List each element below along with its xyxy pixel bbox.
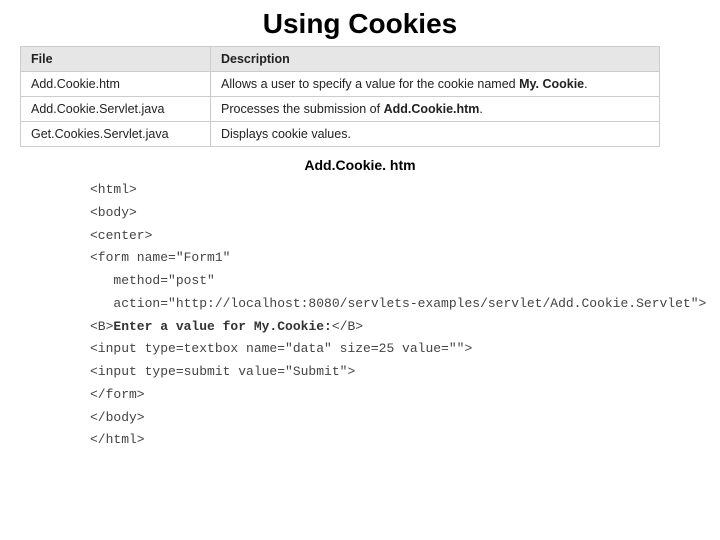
code-caption: Add.Cookie. htm [20,157,700,173]
slide-title: Using Cookies [20,8,700,40]
cell-file: Get.Cookies.Servlet.java [21,122,211,147]
table-row: Add.Cookie.htm Allows a user to specify … [21,72,660,97]
table-row: Get.Cookies.Servlet.java Displays cookie… [21,122,660,147]
cell-desc: Displays cookie values. [211,122,660,147]
cell-file: Add.Cookie.Servlet.java [21,97,211,122]
cell-file: Add.Cookie.htm [21,72,211,97]
cell-desc: Processes the submission of Add.Cookie.h… [211,97,660,122]
th-description: Description [211,47,660,72]
file-table: File Description Add.Cookie.htm Allows a… [20,46,660,147]
table-row: Add.Cookie.Servlet.java Processes the su… [21,97,660,122]
code-block: <html> <body> <center> <form name="Form1… [20,179,700,452]
cell-desc: Allows a user to specify a value for the… [211,72,660,97]
th-file: File [21,47,211,72]
